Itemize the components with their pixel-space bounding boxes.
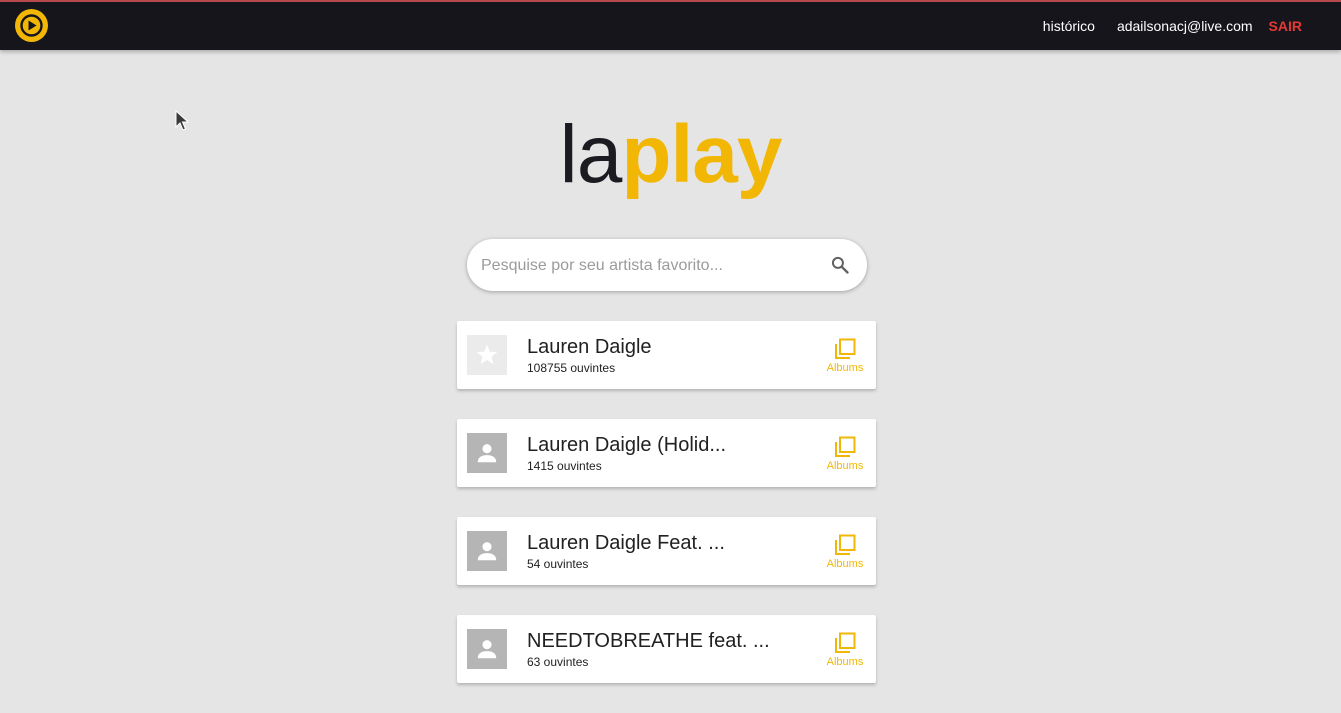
navbar-right-group: histórico adailsonacj@live.com SAIR [1021,2,1302,50]
artist-name: Lauren Daigle (Holid... [527,434,726,456]
albums-button[interactable]: Albums [824,631,866,668]
artist-card[interactable]: Lauren Daigle Feat. ... 54 ouvintes Albu… [457,517,876,585]
play-logo-button[interactable] [15,9,48,42]
albums-button[interactable]: Albums [824,435,866,472]
star-icon [476,344,498,365]
library-icon [835,436,856,457]
artist-avatar [467,629,507,669]
play-icon [20,14,43,37]
artist-avatar [467,433,507,473]
search-input[interactable] [479,239,823,293]
logout-button[interactable]: SAIR [1269,18,1302,34]
mouse-cursor-icon [175,110,189,131]
library-icon [835,534,856,555]
artist-card[interactable]: Lauren Daigle (Holid... 1415 ouvintes Al… [457,419,876,487]
artist-avatar [467,531,507,571]
artist-name: Lauren Daigle Feat. ... [527,532,725,554]
artist-card[interactable]: Lauren Daigle 108755 ouvintes Albums [457,321,876,389]
artist-listeners: 63 ouvintes [527,655,589,669]
top-navbar: histórico adailsonacj@live.com SAIR [0,0,1341,50]
person-icon [477,444,497,463]
artist-name: NEEDTOBREATHE feat. ... [527,630,770,652]
albums-button[interactable]: Albums [824,533,866,570]
person-icon [477,542,497,561]
artist-results-list: Lauren Daigle 108755 ouvintes Albums Lau… [457,321,876,713]
albums-button[interactable]: Albums [824,337,866,374]
artist-listeners: 54 ouvintes [527,557,589,571]
search-icon[interactable] [830,255,850,275]
brand-part-la: la [559,109,623,200]
search-bar [467,239,867,293]
artist-card[interactable]: NEEDTOBREATHE feat. ... 63 ouvintes Albu… [457,615,876,683]
person-icon [477,640,497,659]
artist-listeners: 108755 ouvintes [527,361,616,375]
library-icon [835,632,856,653]
brand-part-play: play [621,109,782,200]
albums-label: Albums [826,362,864,374]
albums-label: Albums [826,460,864,472]
user-email-link[interactable]: adailsonacj@live.com [1117,18,1253,34]
artist-name: Lauren Daigle [527,336,652,358]
artist-listeners: 1415 ouvintes [527,459,602,473]
brand-logo: laplay [0,105,1341,205]
library-icon [835,338,856,359]
history-link[interactable]: histórico [1043,18,1095,34]
albums-label: Albums [826,558,864,570]
albums-label: Albums [826,656,864,668]
artist-avatar [467,335,507,375]
